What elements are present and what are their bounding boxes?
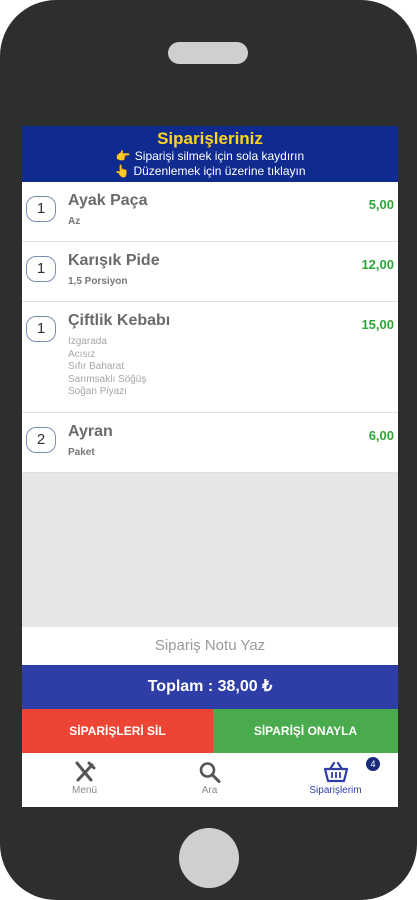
pointing-hand-icon: 👆 [114, 164, 130, 178]
total-bar: Toplam : 38,00 ₺ [22, 665, 398, 709]
tab-orders-label: Siparişlerim [309, 785, 362, 796]
tab-orders[interactable]: Siparişlerim 4 [273, 753, 398, 807]
item-option: Sarımsaklı Söğüş [68, 373, 147, 385]
item-price: 5,00 [368, 197, 394, 212]
search-icon [199, 762, 220, 783]
item-name: Ayran [68, 423, 113, 440]
swipe-hint: 👉 Siparişi silmek için sola kaydırın [22, 149, 398, 164]
item-options: Paket [68, 447, 95, 460]
orders-header: Siparişleriniz 👉 Siparişi silmek için sol… [22, 126, 398, 182]
item-option: Sıfır Baharat [68, 361, 125, 372]
confirm-order-button[interactable]: SİPARİŞİ ONAYLA [213, 709, 398, 753]
swipe-hint-text: Siparişi silmek için sola kaydırın [134, 149, 305, 163]
item-price: 15,00 [361, 317, 394, 332]
item-option: Izgarada [68, 336, 107, 347]
order-note-input[interactable]: Sipariş Notu Yaz [22, 627, 398, 665]
item-option: 1,5 Porsiyon [68, 276, 128, 287]
order-item[interactable]: 1 Ayak Paça 5,00 Az [22, 182, 398, 242]
item-option: Az [68, 216, 81, 227]
orders-count-badge: 4 [366, 757, 380, 771]
basket-icon [323, 761, 348, 783]
order-item[interactable]: 1 Çiftlik Kebabı 15,00 Izgarada Acısız S… [22, 302, 398, 413]
item-price: 12,00 [361, 257, 394, 272]
item-name: Ayak Paça [68, 192, 148, 209]
cutlery-icon [75, 761, 95, 782]
item-option: Acısız [68, 348, 96, 360]
app-screen: Siparişleriniz 👉 Siparişi silmek için sol… [22, 126, 398, 807]
phone-speaker [168, 42, 248, 64]
item-options: 1,5 Porsiyon [68, 276, 127, 289]
bottom-tab-bar: Menü Ara Siparişlerim 4 [22, 753, 398, 807]
item-option: Paket [68, 447, 95, 458]
pointing-hand-icon: 👉 [115, 149, 131, 163]
quantity-badge: 1 [26, 316, 56, 342]
tab-menu-label: Menü [71, 785, 97, 796]
order-item[interactable]: 2 Ayran 6,00 Paket [22, 413, 398, 473]
tab-search[interactable]: Ara [147, 753, 272, 807]
quantity-badge: 2 [26, 427, 56, 453]
item-name: Karışık Pide [68, 252, 160, 269]
quantity-badge: 1 [26, 256, 56, 282]
item-name: Çiftlik Kebabı [68, 312, 171, 329]
tab-search-label: Ara [201, 785, 218, 796]
delete-orders-button[interactable]: SİPARİŞLERİ SİL [22, 709, 213, 753]
order-list: 1 Ayak Paça 5,00 Az 1 Karışık Pide 12,00… [22, 182, 398, 473]
item-price: 6,00 [368, 428, 394, 443]
order-item[interactable]: 1 Karışık Pide 12,00 1,5 Porsiyon [22, 242, 398, 302]
item-options: Az [68, 216, 80, 229]
item-options: Izgarada Acısız Sıfır Baharat Sarımsaklı… [68, 336, 146, 399]
page-title: Siparişleriniz [157, 129, 263, 148]
phone-frame: Siparişleriniz 👉 Siparişi silmek için sol… [0, 0, 417, 900]
tap-hint-text: Düzenlemek için üzerine tıklayın [133, 164, 306, 178]
home-button[interactable] [179, 828, 239, 888]
quantity-badge: 1 [26, 196, 56, 222]
tap-hint: 👆 Düzenlemek için üzerine tıklayın [22, 164, 398, 179]
tab-menu[interactable]: Menü [22, 753, 147, 807]
item-option: Soğan Piyazı [68, 386, 127, 397]
